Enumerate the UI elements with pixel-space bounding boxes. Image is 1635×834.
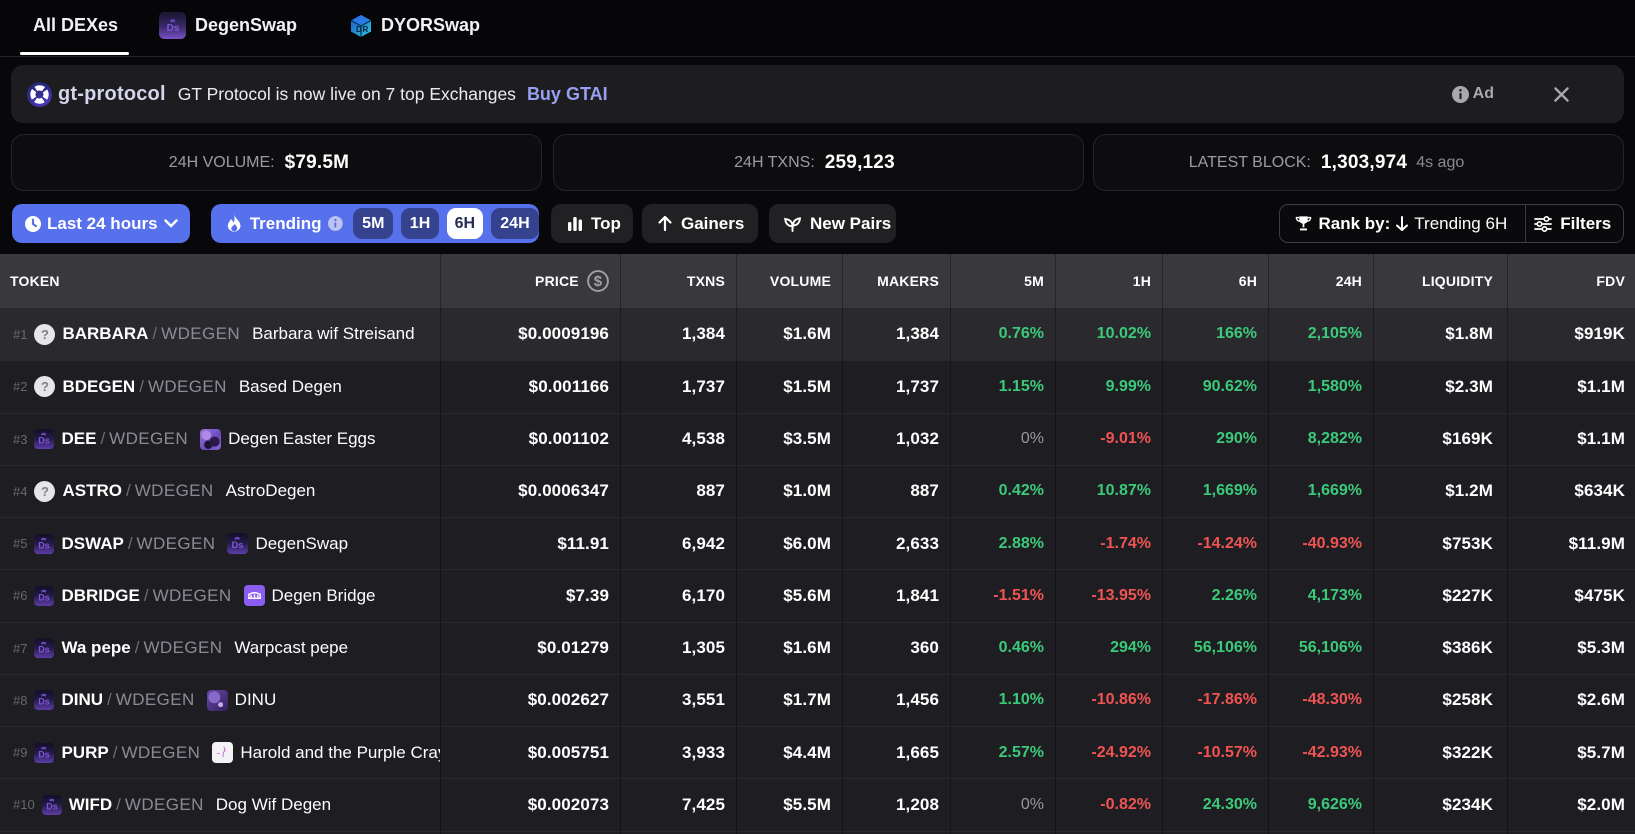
svg-text:Ds: Ds [39, 540, 51, 550]
svg-text:D: D [356, 25, 362, 34]
svg-text:Ds: Ds [232, 540, 244, 551]
svg-text:Ds: Ds [39, 592, 51, 602]
svg-text:$: $ [594, 273, 603, 290]
svg-text:Ds: Ds [39, 749, 51, 759]
svg-text:R: R [363, 25, 369, 34]
svg-text:Ds: Ds [166, 23, 179, 34]
svg-text:Ds: Ds [39, 697, 51, 707]
svg-text:Ds: Ds [39, 645, 51, 655]
svg-text:Ds: Ds [46, 801, 58, 811]
svg-text:Ds: Ds [39, 436, 51, 446]
